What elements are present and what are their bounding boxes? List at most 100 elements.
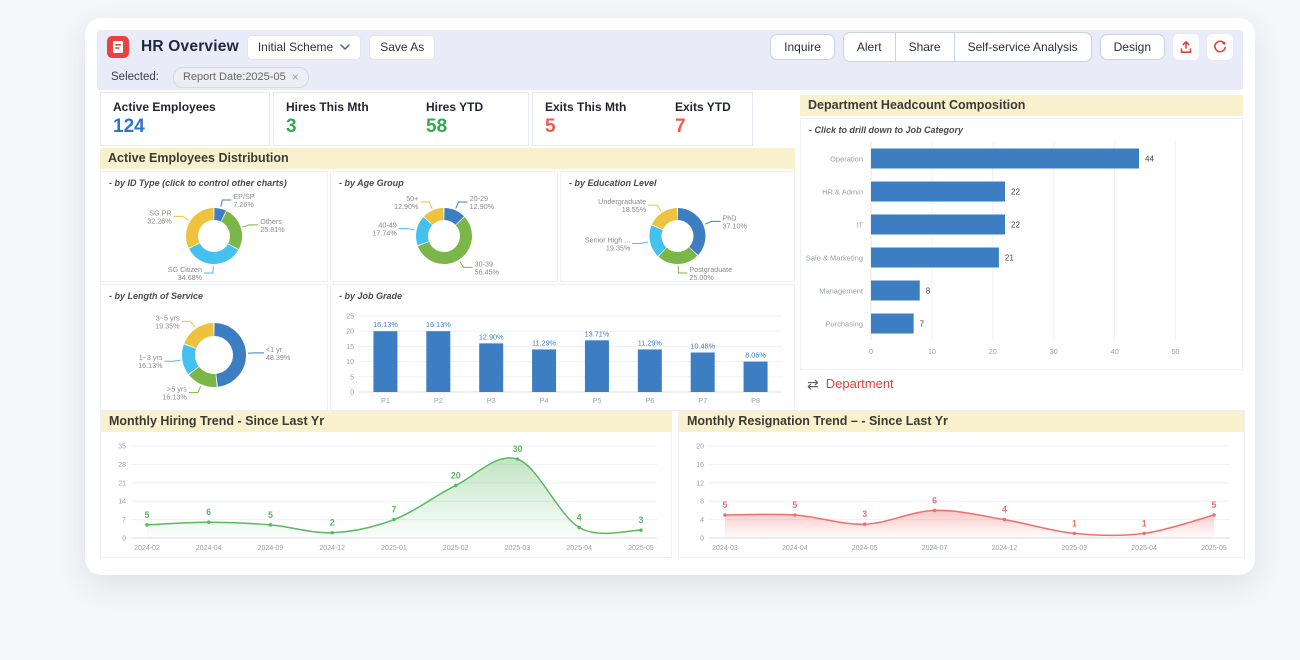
svg-text:IT: IT: [856, 221, 863, 230]
svg-text:5: 5: [723, 500, 728, 510]
svg-text:P2: P2: [434, 396, 443, 405]
svg-text:2024-04: 2024-04: [782, 545, 808, 552]
kpi-label: Active Employees: [113, 100, 216, 114]
filter-chip[interactable]: Report Date:2025-05 ×: [173, 67, 309, 88]
svg-text:16.13%: 16.13%: [373, 320, 398, 329]
svg-text:16.13%: 16.13%: [426, 320, 451, 329]
svg-text:2: 2: [330, 518, 335, 528]
svg-text:1~3 yrs16.13%: 1~3 yrs16.13%: [138, 353, 163, 370]
design-button[interactable]: Design: [1100, 34, 1165, 60]
kpi-value: 124: [113, 116, 216, 138]
svg-text:Operation: Operation: [830, 155, 863, 164]
svg-text:5: 5: [145, 510, 150, 520]
svg-text:2025-01: 2025-01: [381, 545, 407, 552]
svg-text:2025-05: 2025-05: [628, 545, 654, 552]
hiring-trend-line-chart[interactable]: 071421283552024-0262024-0452024-0922024-…: [101, 432, 671, 561]
app-logo-icon: [107, 36, 129, 58]
svg-text:11.29%: 11.29%: [532, 338, 557, 347]
department-drill-control[interactable]: ⇄ Department: [807, 376, 894, 391]
education-donut-chart[interactable]: PhD37.10%Postgraduate25.00%Senior High .…: [561, 189, 794, 286]
svg-text:20: 20: [989, 347, 997, 356]
age-group-subtitle: - by Age Group: [331, 172, 557, 189]
svg-text:0: 0: [869, 347, 873, 356]
resignation-trend-line-chart[interactable]: 04812162052024-0352024-0432024-0562024-0…: [679, 432, 1244, 561]
filter-row: Selected: Report Date:2025-05 ×: [97, 64, 1243, 90]
id-type-subtitle: - by ID Type (click to control other cha…: [101, 172, 327, 189]
save-as-button[interactable]: Save As: [369, 35, 435, 60]
svg-text:3: 3: [639, 515, 644, 525]
resignation-trend-title: Monthly Resignation Trend – - Since Last…: [679, 411, 1244, 432]
id-type-donut-chart[interactable]: EP/SP7.26%Others25.81%SG Citizen34.68%SG…: [101, 189, 327, 286]
svg-text:SG PR32.26%: SG PR32.26%: [147, 208, 172, 225]
svg-text:35: 35: [118, 444, 126, 451]
kpi-label: Hires YTD: [426, 100, 483, 114]
export-button[interactable]: [1173, 34, 1199, 60]
svg-text:5: 5: [350, 374, 354, 381]
chip-close-icon[interactable]: ×: [292, 70, 299, 84]
svg-text:40-4917.74%: 40-4917.74%: [372, 221, 397, 238]
swap-icon: ⇄: [807, 377, 819, 391]
kpi-label: Exits YTD: [675, 100, 731, 114]
svg-text:2025-03: 2025-03: [505, 545, 531, 552]
svg-text:21: 21: [118, 480, 126, 487]
svg-text:50: 50: [1171, 347, 1179, 356]
svg-text:Others25.81%: Others25.81%: [260, 217, 285, 234]
job-grade-bar-chart[interactable]: 051015202516.13%P116.13%P212.90%P311.29%…: [331, 302, 794, 413]
svg-text:10: 10: [928, 347, 936, 356]
svg-text:1: 1: [1142, 518, 1147, 528]
kpi-label: Exits This Mth: [545, 100, 663, 114]
svg-text:14: 14: [118, 499, 126, 506]
svg-text:2024-05: 2024-05: [852, 545, 878, 552]
svg-text:PhD37.10%: PhD37.10%: [723, 213, 748, 230]
svg-text:40: 40: [1111, 347, 1119, 356]
self-service-analysis-button[interactable]: Self-service Analysis: [954, 33, 1091, 61]
svg-text:>5 yrs16.13%: >5 yrs16.13%: [162, 385, 187, 402]
kpi-value: 7: [675, 116, 731, 138]
svg-text:P4: P4: [540, 396, 549, 405]
svg-text:10.48%: 10.48%: [690, 341, 715, 350]
svg-text:15: 15: [346, 344, 354, 351]
length-of-service-subtitle: - by Length of Service: [101, 285, 327, 302]
toolbar: HR Overview Initial Scheme Save As Inqui…: [97, 30, 1243, 64]
svg-text:2025-04: 2025-04: [566, 545, 592, 552]
svg-text:44: 44: [1145, 155, 1154, 164]
inquire-button[interactable]: Inquire: [770, 34, 835, 60]
svg-text:20: 20: [696, 444, 704, 451]
svg-text:3~5 yrs19.35%: 3~5 yrs19.35%: [155, 313, 180, 330]
refresh-button[interactable]: [1207, 34, 1233, 60]
svg-text:Sale & Marketing: Sale & Marketing: [806, 254, 863, 263]
svg-text:4: 4: [700, 517, 704, 524]
alert-button[interactable]: Alert: [844, 33, 895, 61]
svg-text:2024-12: 2024-12: [992, 545, 1018, 552]
svg-text:Senior High ...19.35%: Senior High ...19.35%: [585, 235, 631, 252]
svg-text:2024-07: 2024-07: [922, 545, 948, 552]
scheme-select[interactable]: Initial Scheme: [247, 35, 361, 60]
department-drill-label[interactable]: Department: [826, 376, 894, 391]
selected-label: Selected:: [111, 71, 159, 83]
department-subtitle: - Click to drill down to Job Category: [801, 119, 1242, 136]
kpi-active-employees: Active Employees 124: [100, 92, 270, 146]
svg-text:50+12.90%: 50+12.90%: [394, 194, 419, 211]
refresh-icon: [1212, 39, 1228, 55]
svg-text:2025-03: 2025-03: [1061, 545, 1087, 552]
svg-text:P7: P7: [698, 396, 707, 405]
filter-chip-text: Report Date:2025-05: [183, 71, 286, 83]
svg-text:Undergraduate18.55%: Undergraduate18.55%: [598, 197, 647, 214]
svg-text:12.90%: 12.90%: [479, 332, 504, 341]
svg-text:0: 0: [122, 536, 126, 543]
svg-text:SG Citizen34.68%: SG Citizen34.68%: [168, 265, 203, 281]
svg-text:7: 7: [920, 320, 925, 329]
action-button-group: Alert Share Self-service Analysis: [843, 32, 1092, 62]
age-group-donut-chart[interactable]: 20-2912.90%30-3956.45%40-4917.74%50+12.9…: [331, 189, 557, 286]
length-of-service-donut-chart[interactable]: <1 yr48.39%>5 yrs16.13%1~3 yrs16.13%3~5 …: [101, 302, 327, 411]
id-type-panel: - by ID Type (click to control other cha…: [100, 171, 328, 282]
department-hbar-chart[interactable]: 0102030405044Operation22HR & Admin22IT21…: [801, 136, 1242, 365]
kpi-label: Hires This Mth: [286, 100, 414, 114]
svg-text:8.06%: 8.06%: [745, 351, 766, 360]
svg-text:P1: P1: [381, 396, 390, 405]
share-button[interactable]: Share: [895, 33, 954, 61]
svg-text:11.29%: 11.29%: [638, 338, 663, 347]
upload-icon: [1178, 39, 1194, 55]
distribution-section-title: Active Employees Distribution: [100, 148, 795, 169]
hiring-trend-panel: Monthly Hiring Trend - Since Last Yr 071…: [100, 410, 672, 558]
